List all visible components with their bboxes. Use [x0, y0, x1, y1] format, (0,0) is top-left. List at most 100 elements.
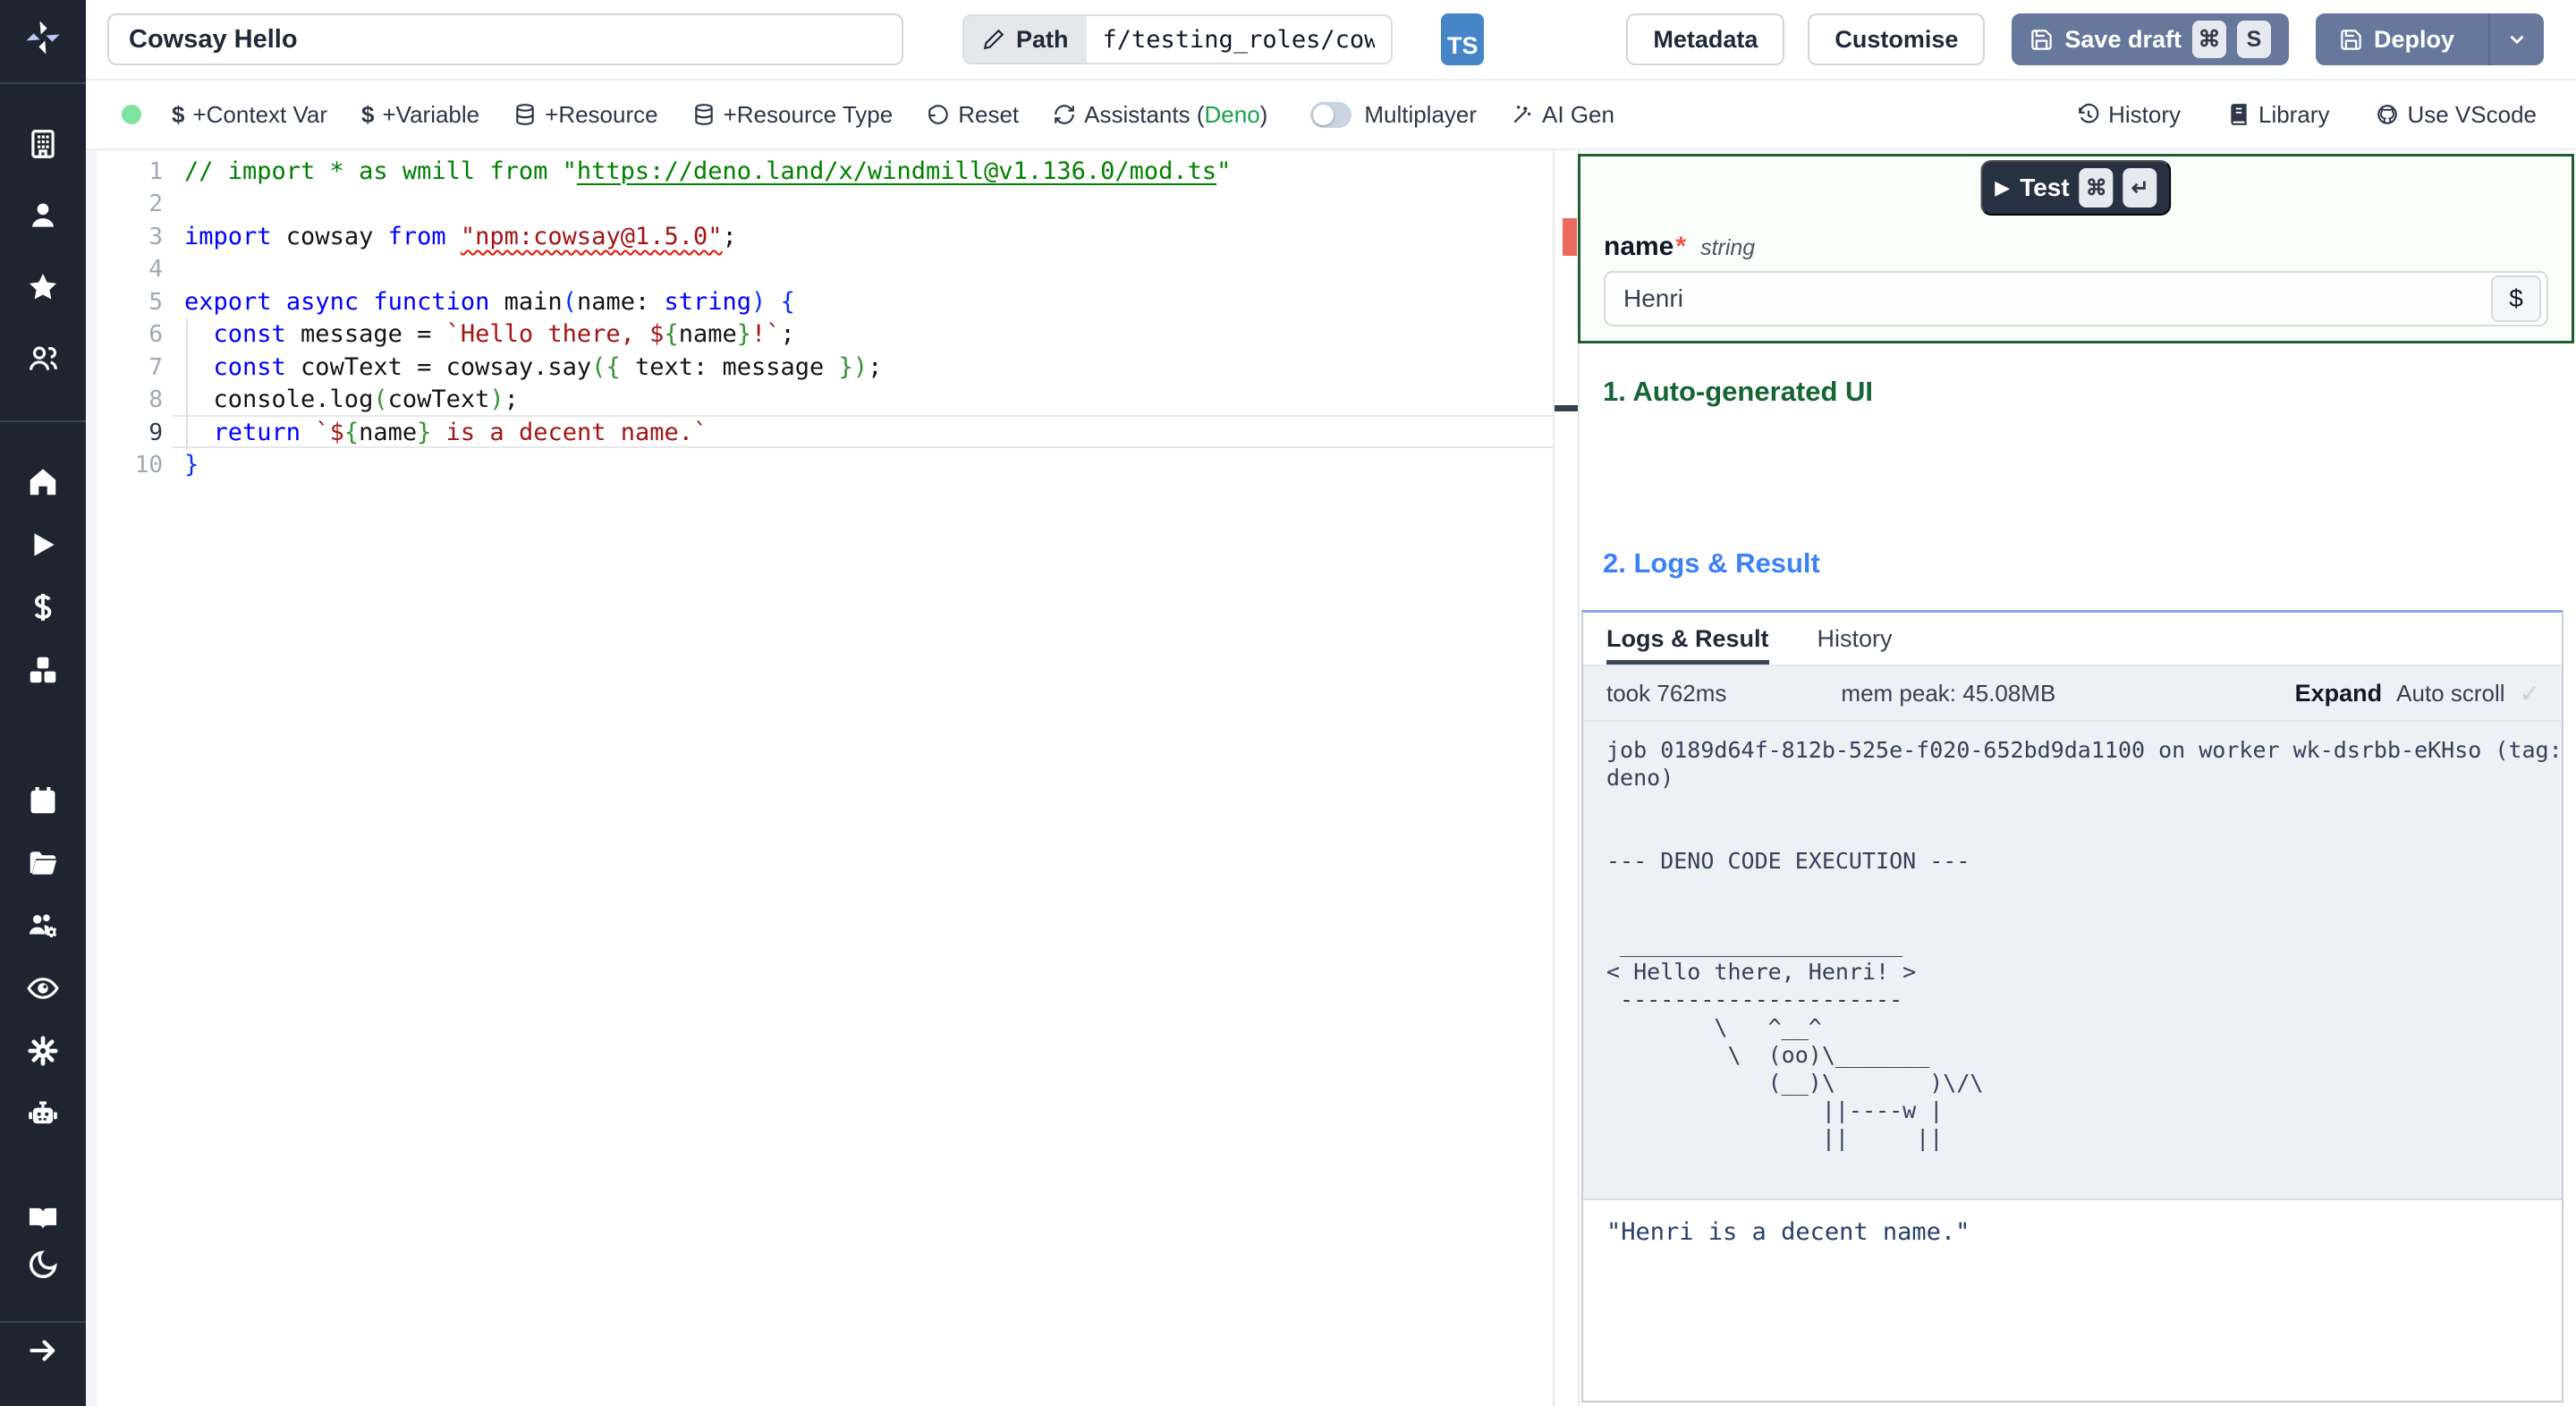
user-icon	[32, 203, 54, 227]
run-meta-row: took 762ms mem peak: 45.08MB Expand Auto…	[1583, 666, 2562, 722]
gear-icon	[28, 1036, 58, 1066]
code-line: const cowText = cowsay.say({ text: messa…	[213, 352, 883, 381]
cursor-line-marker	[1555, 405, 1578, 411]
editor-toolbar: $ +Context Var $ +Variable +Resource +Reso…	[86, 80, 2576, 150]
field-name: name	[1604, 232, 1674, 261]
line-number: 6	[148, 321, 163, 349]
field-label-row: name * string	[1604, 232, 1755, 262]
code-lines: // import * as wmill from "https://deno.…	[184, 156, 1551, 481]
line-number: 4	[148, 256, 163, 284]
logs-result-heading: 2. Logs & Result	[1603, 547, 1820, 579]
metadata-button[interactable]: Metadata	[1626, 13, 1785, 65]
overview-ruler[interactable]	[1553, 150, 1578, 1406]
save-icon	[2341, 29, 2361, 50]
insert-variable-button[interactable]: $	[2491, 275, 2541, 322]
top-header: Path TS Metadata Customise Save draft ⌘ …	[86, 0, 2576, 80]
sidebar-item-eye[interactable]	[23, 969, 63, 1008]
deploy-button[interactable]: Deploy	[2315, 13, 2544, 65]
customise-button[interactable]: Customise	[1808, 13, 1986, 65]
sidebar-item-book-open[interactable]	[23, 1198, 63, 1238]
multiplayer-toggle[interactable]	[1310, 101, 1352, 128]
history-button[interactable]: History	[2077, 101, 2181, 129]
use-vscode-button[interactable]: Use VScode	[2376, 101, 2537, 129]
star-icon	[29, 273, 57, 300]
path-input[interactable]	[1086, 16, 1391, 63]
sidebar-item-play[interactable]	[23, 525, 63, 564]
undo-icon	[928, 105, 948, 124]
add-context-var-button[interactable]: $ +Context Var	[172, 101, 327, 129]
library-button[interactable]: Library	[2227, 101, 2329, 129]
path-button[interactable]: Path	[964, 16, 1087, 63]
user-group-icon	[29, 346, 57, 370]
content-row: 1 2 3 4 5 6 7 8 9 10 // import * as wmill from "h…	[86, 150, 2576, 1406]
s-key-chip: S	[2236, 21, 2271, 58]
job-result[interactable]: "Henri is a decent name."	[1583, 1198, 2562, 1401]
test-button[interactable]: ▶ Test ⌘ ↵	[1980, 160, 2172, 216]
play-icon	[34, 533, 55, 556]
building-icon	[31, 130, 55, 158]
sidebar-item-arrow-right[interactable]	[23, 1331, 63, 1370]
folder-icon	[30, 851, 57, 875]
sidebar-item-robot[interactable]	[23, 1094, 63, 1133]
sidebar-item-user-group[interactable]	[23, 339, 63, 378]
save-draft-button[interactable]: Save draft ⌘ S	[2012, 13, 2289, 65]
expand-button[interactable]: Expand	[2295, 680, 2383, 707]
dollar-icon: $	[172, 100, 185, 128]
deploy-dropdown[interactable]	[2488, 13, 2544, 65]
history-icon	[2079, 103, 2099, 123]
script-title-input[interactable]	[107, 13, 903, 65]
job-logs[interactable]: job 0189d64f-812b-525e-f020-652bd9da1100…	[1583, 722, 2562, 1198]
sidebar-item-user[interactable]	[23, 196, 63, 235]
sidebar-item-cubes[interactable]	[23, 650, 63, 690]
check-icon[interactable]: ✓	[2520, 679, 2540, 708]
required-mark: *	[1675, 232, 1687, 261]
windmill-logo[interactable]	[23, 18, 63, 57]
book-icon	[2231, 104, 2247, 125]
add-resource-button[interactable]: +Resource	[513, 101, 658, 129]
code-line: }	[184, 450, 199, 479]
line-number: 7	[148, 353, 163, 381]
sidebar-item-home[interactable]	[23, 462, 63, 502]
ai-gen-button[interactable]: AI Gen	[1511, 101, 1614, 129]
add-resource-type-button[interactable]: +Resource Type	[692, 101, 893, 129]
sidebar-item-folder[interactable]	[23, 843, 63, 883]
wand-icon	[1513, 106, 1531, 123]
play-icon: ▶	[1995, 176, 2011, 199]
sidebar-item-building[interactable]	[23, 124, 63, 164]
add-variable-button[interactable]: $ +Variable	[361, 101, 479, 129]
cmd-key-chip: ⌘	[2191, 21, 2226, 58]
calendar-icon	[30, 786, 55, 814]
assistants-button[interactable]: Assistants (Deno)	[1053, 101, 1267, 129]
sidebar-item-moon[interactable]	[23, 1245, 63, 1284]
windmill-logo-icon	[26, 21, 60, 55]
field-type: string	[1700, 235, 1756, 260]
database-icon	[516, 104, 534, 125]
line-number: 5	[148, 288, 163, 316]
code-line: console.log(cowText);	[184, 385, 519, 414]
rail-divider	[0, 420, 86, 422]
name-field-wrapper: $	[1604, 271, 2548, 326]
auto-generated-ui-heading: 1. Auto-generated UI	[1603, 376, 1873, 407]
tab-logs-result[interactable]: Logs & Result	[1606, 613, 1769, 665]
sidebar-item-gear[interactable]	[23, 1031, 63, 1071]
sidebar-item-calendar[interactable]	[23, 781, 63, 820]
code-line: return `${name} is a decent name.`	[213, 418, 708, 446]
eye-icon	[27, 978, 59, 999]
sidebar-item-dollar[interactable]	[23, 588, 63, 627]
code-line: const message = `Hello there, ${name}!`;	[213, 320, 795, 349]
line-number: 1	[148, 158, 163, 185]
sidebar-item-users-gear[interactable]	[23, 906, 63, 945]
line-number: 3	[148, 223, 163, 250]
moon-icon	[30, 1250, 57, 1278]
name-field-input[interactable]	[1606, 284, 2491, 313]
test-args-form: ▶ Test ⌘ ↵ name * string $	[1578, 154, 2574, 343]
path-label: Path	[1016, 25, 1069, 53]
line-number: 9	[148, 419, 163, 446]
users-gear-icon	[29, 914, 57, 937]
code-editor[interactable]: 1 2 3 4 5 6 7 8 9 10 // import * as wmill from "h…	[86, 150, 1578, 1406]
tab-history[interactable]: History	[1818, 613, 1893, 665]
pencil-icon	[983, 29, 1004, 50]
sidebar-item-star[interactable]	[23, 267, 63, 307]
reset-button[interactable]: Reset	[927, 101, 1019, 129]
